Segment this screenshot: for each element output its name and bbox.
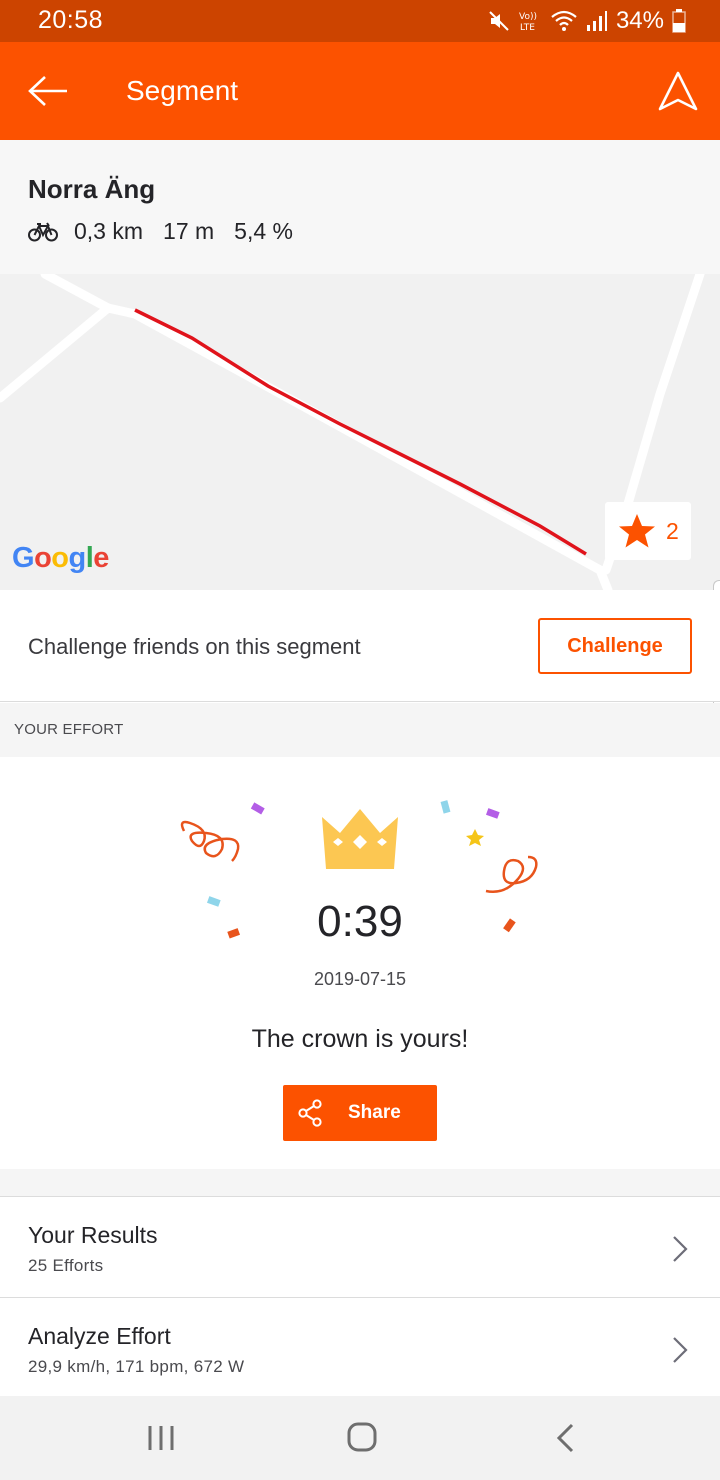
svg-text:LTE: LTE <box>520 23 535 33</box>
crown-message: The crown is yours! <box>251 1025 469 1053</box>
chevron-right-icon <box>673 1236 688 1262</box>
recent-apps-icon[interactable] <box>146 1424 176 1452</box>
effort-date: 2019-07-15 <box>313 969 407 989</box>
row-title: Your Results <box>28 1222 158 1248</box>
challenge-button[interactable]: Challenge <box>538 618 692 674</box>
star-icon <box>619 514 655 548</box>
system-nav-bar <box>0 1396 720 1480</box>
status-bar: 20:58 Vo)) LTE 34% <box>0 0 720 42</box>
star-count: 2 <box>666 517 679 544</box>
chevron-right-icon <box>673 1337 688 1363</box>
wifi-icon <box>551 10 577 31</box>
share-label: Share <box>348 1102 401 1123</box>
section-divider <box>0 1169 720 1197</box>
challenge-row: Challenge friends on this segment Challe… <box>0 590 720 702</box>
analyze-effort-row[interactable]: Analyze Effort 29,9 km/h, 171 bpm, 672 W <box>0 1299 720 1396</box>
navigation-arrow-icon <box>658 71 698 111</box>
challenge-text: Challenge friends on this segment <box>28 634 361 659</box>
battery-icon <box>672 9 686 33</box>
navigate-button[interactable] <box>654 66 702 116</box>
effort-card: 0:39 2019-07-15 The crown is yours! Shar… <box>0 757 720 1169</box>
segment-distance: 0,3 km <box>74 218 144 244</box>
star-button[interactable]: 2 <box>605 502 691 560</box>
status-icons: Vo)) LTE 34% <box>488 6 686 36</box>
app-bar: Segment <box>0 42 720 140</box>
arrow-left-icon <box>28 76 67 106</box>
segment-route <box>134 308 587 556</box>
segment-grade: 5,4 % <box>234 218 293 244</box>
google-logo: Google <box>12 542 109 574</box>
svg-text:Vo)): Vo)) <box>519 12 537 22</box>
status-time: 20:58 <box>38 6 104 34</box>
row-subtitle: 29,9 km/h, 171 bpm, 672 W <box>28 1357 245 1376</box>
back-icon[interactable] <box>554 1422 576 1454</box>
volte-icon: Vo)) LTE <box>519 12 537 33</box>
page-title: Segment <box>126 75 239 106</box>
your-results-row[interactable]: Your Results 25 Efforts <box>0 1198 720 1298</box>
row-subtitle: 25 Efforts <box>28 1256 104 1275</box>
share-button[interactable]: Share <box>283 1085 437 1141</box>
section-label: YOUR EFFORT <box>14 721 124 738</box>
segment-name: Norra Äng <box>28 174 156 204</box>
segment-header: Norra Äng 0,3 km 17 m 5,4 % <box>0 140 720 274</box>
mute-icon <box>489 11 509 31</box>
home-icon[interactable] <box>346 1421 378 1453</box>
back-button[interactable] <box>22 67 74 115</box>
share-icon <box>298 1099 322 1127</box>
battery-percent: 34% <box>615 7 664 34</box>
segment-elevation: 17 m <box>163 218 215 244</box>
effort-time: 0:39 <box>317 897 403 946</box>
crown-icon <box>322 809 398 869</box>
bicycle-icon <box>28 221 58 243</box>
segment-stats: 0,3 km 17 m 5,4 % <box>28 218 313 245</box>
row-title: Analyze Effort <box>28 1323 171 1349</box>
segment-map[interactable]: Google 2 <box>0 274 720 590</box>
signal-icon <box>586 11 607 31</box>
your-effort-header: YOUR EFFORT <box>0 703 720 757</box>
